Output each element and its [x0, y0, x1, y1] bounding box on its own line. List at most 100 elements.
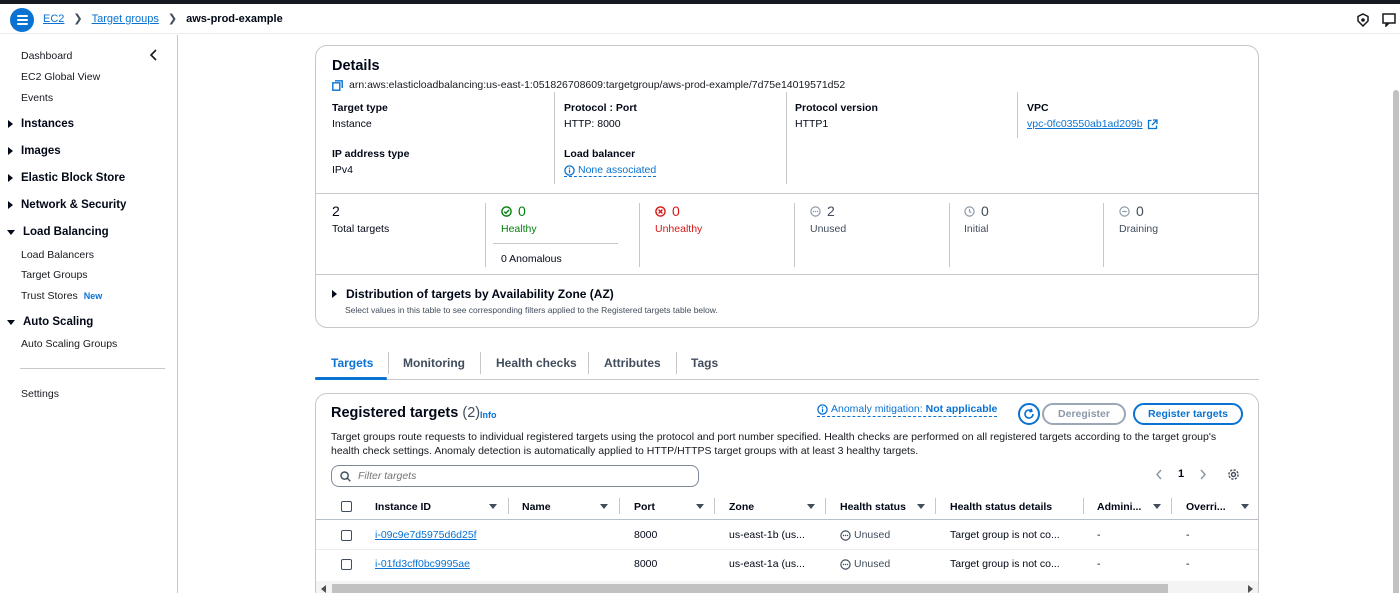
unused-count[interactable]: 2 [810, 203, 835, 219]
sidebar-section-network[interactable]: Network & Security [8, 199, 126, 211]
sidebar-divider [20, 368, 165, 369]
column-resizer[interactable] [714, 498, 715, 514]
column-resizer[interactable] [508, 498, 509, 514]
distribution-title: Distribution of targets by Availability … [346, 287, 614, 301]
register-targets-button[interactable]: Register targets [1133, 403, 1243, 425]
healthy-count[interactable]: 0 [501, 203, 526, 219]
total-targets-label: Total targets [332, 223, 390, 235]
chevron-left-icon[interactable] [1155, 469, 1163, 480]
sidebar-item-events[interactable]: Events [21, 92, 53, 104]
sidebar-item-settings[interactable]: Settings [21, 388, 59, 400]
instance-id-link[interactable]: i-09c9e7d5975d6d25f [375, 529, 477, 541]
menu-icon[interactable] [10, 8, 34, 32]
scroll-right-icon[interactable] [1246, 585, 1254, 593]
column-header-override[interactable]: Overri... [1186, 496, 1226, 518]
tab-monitoring[interactable]: Monitoring [403, 356, 465, 370]
column-resizer[interactable] [619, 498, 620, 514]
stat-divider [485, 203, 486, 267]
sort-icon[interactable] [917, 504, 925, 509]
sort-icon[interactable] [696, 504, 704, 509]
breadcrumb: EC2 ❯ Target groups ❯ aws-prod-example [43, 12, 283, 26]
page-scrollbar[interactable] [1392, 35, 1400, 593]
shield-settings-icon[interactable] [1356, 13, 1370, 27]
breadcrumb-ec2[interactable]: EC2 [43, 13, 64, 25]
distribution-expander[interactable]: Distribution of targets by Availability … [332, 287, 614, 301]
load-balancer-value[interactable]: None associated [564, 164, 657, 177]
scroll-left-icon[interactable] [320, 585, 328, 593]
vpc-link[interactable]: vpc-0fc03550ab1ad209b [1027, 118, 1158, 130]
sidebar-item-global-view[interactable]: EC2 Global View [21, 71, 100, 83]
row-health-details: Target group is not co... [950, 529, 1060, 541]
target-type-value: Instance [332, 118, 372, 130]
select-all-checkbox[interactable] [341, 501, 352, 512]
column-header-name[interactable]: Name [522, 496, 551, 518]
stat-divider [949, 203, 950, 267]
sidebar-section-instances[interactable]: Instances [8, 118, 74, 130]
info-link[interactable]: Info [480, 410, 497, 420]
gear-icon[interactable] [1227, 468, 1240, 481]
column-header-admin[interactable]: Admini... [1097, 496, 1141, 518]
chevron-left-icon[interactable] [148, 49, 160, 61]
row-checkbox[interactable] [341, 559, 352, 570]
protocol-version-label: Protocol version [795, 102, 878, 114]
scrollbar-thumb[interactable] [332, 584, 1168, 593]
tab-tags[interactable]: Tags [691, 356, 718, 370]
anomaly-mitigation-link[interactable]: Anomaly mitigation: Not applicable [817, 403, 998, 417]
sidebar-item-target-groups[interactable]: Target Groups [21, 269, 88, 281]
sort-icon[interactable] [1241, 504, 1249, 509]
filter-input[interactable] [358, 470, 678, 482]
unhealthy-count[interactable]: 0 [655, 203, 680, 219]
tab-health-checks[interactable]: Health checks [496, 356, 577, 370]
column-header-instance-id[interactable]: Instance ID [375, 496, 431, 518]
refresh-button[interactable] [1018, 403, 1040, 425]
tab-bar: Targets Monitoring Health checks Attribu… [315, 350, 1259, 380]
sidebar-item-dashboard[interactable]: Dashboard [21, 50, 72, 62]
column-header-port[interactable]: Port [634, 496, 655, 518]
sidebar-item-load-balancers[interactable]: Load Balancers [21, 249, 94, 261]
sidebar-section-ebs[interactable]: Elastic Block Store [8, 172, 125, 184]
top-bar: EC2 ❯ Target groups ❯ aws-prod-example [0, 4, 1400, 34]
sidebar-item-trust-stores[interactable]: Trust Stores New [21, 290, 102, 302]
column-header-zone[interactable]: Zone [729, 496, 754, 518]
instance-id-link[interactable]: i-01fd3cff0bc9995ae [375, 558, 470, 570]
page-scrollbar-thumb[interactable] [1393, 90, 1399, 593]
draining-count[interactable]: 0 [1119, 203, 1144, 219]
copy-icon[interactable] [332, 79, 343, 91]
row-zone: us-east-1b (us... [729, 529, 805, 541]
filter-box[interactable] [331, 465, 699, 487]
horizontal-scrollbar[interactable] [316, 581, 1258, 593]
column-header-health-status[interactable]: Health status [840, 496, 906, 518]
chevron-right-icon[interactable] [1199, 469, 1207, 480]
page-number[interactable]: 1 [1178, 468, 1184, 480]
initial-count[interactable]: 0 [964, 203, 989, 219]
sort-icon[interactable] [807, 504, 815, 509]
feedback-icon[interactable] [1382, 13, 1396, 27]
caret-right-icon [8, 201, 13, 209]
chevron-right-icon: ❯ [167, 13, 178, 25]
sidebar-section-auto-scaling[interactable]: Auto Scaling [7, 316, 93, 328]
sort-icon[interactable] [600, 504, 608, 509]
sidebar-section-images[interactable]: Images [8, 145, 61, 157]
sort-icon[interactable] [489, 504, 497, 509]
draining-label: Draining [1119, 223, 1159, 235]
row-checkbox[interactable] [341, 530, 352, 541]
column-resizer[interactable] [935, 498, 936, 514]
tab-targets[interactable]: Targets [331, 356, 373, 370]
column-resizer[interactable] [825, 498, 826, 514]
external-link-icon [1147, 118, 1158, 129]
column-resizer[interactable] [1083, 498, 1084, 514]
stat-divider [794, 203, 795, 267]
sidebar-item-auto-scaling-groups[interactable]: Auto Scaling Groups [21, 338, 117, 350]
search-icon [340, 470, 351, 482]
unused-circle-icon [840, 529, 851, 541]
sort-icon[interactable] [1153, 504, 1161, 509]
column-resizer[interactable] [1171, 498, 1172, 514]
column-header-health-details[interactable]: Health status details [950, 496, 1052, 518]
arn-row: arn:aws:elasticloadbalancing:us-east-1:0… [332, 79, 845, 91]
sidebar-section-load-balancing[interactable]: Load Balancing [7, 226, 109, 238]
column-divider [554, 92, 555, 184]
tab-attributes[interactable]: Attributes [604, 356, 661, 370]
deregister-button[interactable]: Deregister [1042, 403, 1126, 425]
caret-right-icon [332, 290, 337, 298]
breadcrumb-target-groups[interactable]: Target groups [92, 13, 159, 25]
